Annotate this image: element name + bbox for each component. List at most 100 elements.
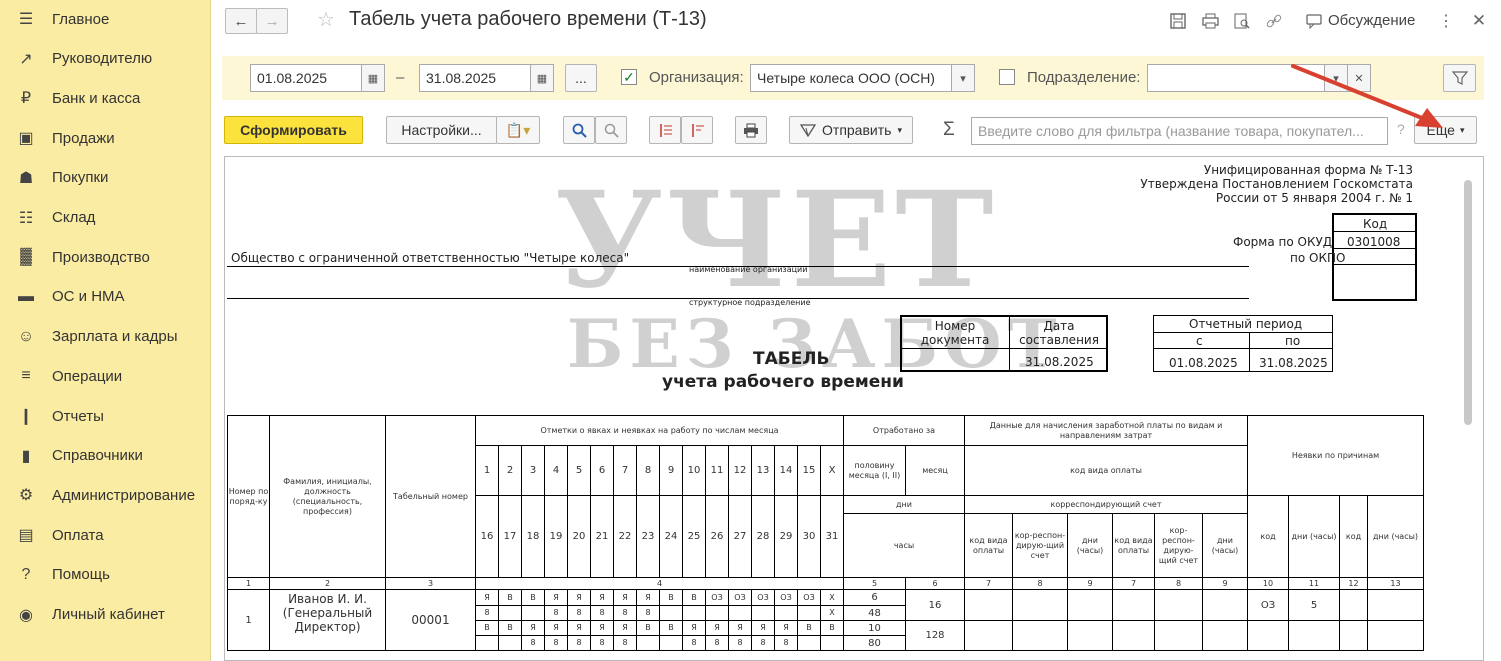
favorite-star-icon[interactable]: ☆ (317, 7, 335, 32)
sidebar-item-1[interactable]: ☰ Главное (0, 0, 211, 38)
day-header: 24 (659, 495, 683, 578)
header-pay-sub: кор-респон-дирую-щий счет (1012, 513, 1068, 578)
code-header: Код (1363, 217, 1388, 231)
vertical-scrollbar[interactable] (1464, 180, 1472, 425)
department-checkbox[interactable] (999, 69, 1015, 85)
header-num: Номер по поряд-ку (227, 415, 270, 578)
link-icon[interactable] (1263, 10, 1285, 32)
day-mark: Я (751, 620, 775, 636)
sidebar-item-4[interactable]: ▣ Продажи (0, 119, 211, 157)
day-mark: В (682, 589, 706, 606)
forward-button[interactable]: → (256, 8, 288, 34)
watermark-title: УЧЕТ (555, 163, 998, 318)
dept-caption: структурное подразделение (689, 298, 811, 307)
header-pay-sub: дни (часы) (1202, 513, 1248, 578)
okud-value: 0301008 (1347, 235, 1401, 249)
col-number: 9 (1202, 577, 1248, 590)
discussion-button[interactable]: Обсуждение (1328, 12, 1415, 29)
col-number: 2 (269, 577, 386, 590)
sidebar-item-7[interactable]: ▓ Производство (0, 238, 211, 276)
save-icon[interactable] (1167, 10, 1189, 32)
sidebar-item-label: Операции (52, 367, 123, 385)
table-row: 1 Иванов И. И. (Генеральный Директор) 00001… (227, 589, 1424, 651)
col-number: 4 (475, 577, 844, 590)
send-button[interactable]: Отправить ▾ (789, 116, 913, 144)
day-mark: Я (567, 589, 591, 606)
day-header: 13 (751, 445, 775, 496)
header-days-hours: дни (часы) (1367, 495, 1424, 578)
sidebar-item-9[interactable]: ☺ Зарплата и кадры (0, 318, 211, 356)
find-button[interactable] (563, 116, 595, 144)
day-hours: 8 (728, 635, 752, 651)
organization-dropdown-button[interactable]: ▾ (951, 64, 975, 92)
generate-button[interactable]: Сформировать (224, 116, 363, 144)
sidebar-item-8[interactable]: ▬ ОС и НМА (0, 278, 211, 316)
discussion-icon[interactable] (1303, 10, 1325, 32)
header-corr: корреспондирующий счет (964, 495, 1248, 514)
collapse-groups-button[interactable] (681, 116, 713, 144)
pay-cell (1339, 620, 1368, 651)
month-hours: 128 (905, 620, 965, 651)
pay-cell (1202, 620, 1248, 651)
sidebar-item-10[interactable]: ≡ Операции (0, 357, 211, 395)
date-from-input[interactable]: 01.08.2025 (250, 64, 362, 92)
day-mark: ОЗ (751, 589, 775, 606)
print-button[interactable] (735, 116, 767, 144)
back-button[interactable]: ← (225, 8, 257, 34)
organization-label: Организация: (649, 69, 744, 86)
sidebar-item-2[interactable]: ↗ Руководителю (0, 40, 211, 78)
date-to-input[interactable]: 31.08.2025 (419, 64, 531, 92)
organization-checkbox[interactable]: ✓ (621, 69, 637, 85)
period-divider (1153, 348, 1333, 349)
day-mark: Я (728, 620, 752, 636)
printer-icon (744, 123, 758, 137)
header-pay-sub: код вида оплаты (1112, 513, 1155, 578)
day-hours (659, 635, 683, 651)
sidebar-item-5[interactable]: ☗ Покупки (0, 159, 211, 197)
sum-sigma-icon[interactable]: Σ (943, 119, 955, 141)
period-select-button[interactable]: ... (565, 64, 597, 92)
header-month: месяц (905, 445, 965, 496)
sidebar-item-label: Зарплата и кадры (52, 328, 178, 346)
sidebar-item-6[interactable]: ☷ Склад (0, 199, 211, 237)
day-hours: 8 (613, 635, 637, 651)
preview-icon[interactable] (1231, 10, 1253, 32)
pay-cell (1012, 620, 1068, 651)
more-vert-icon[interactable]: ⋮ (1435, 10, 1457, 32)
day-header: 11 (705, 445, 729, 496)
sidebar-item-12[interactable]: ▮ Справочники (0, 437, 211, 475)
settings-button[interactable]: Настройки... (386, 116, 497, 144)
day-mark: Я (682, 620, 706, 636)
day-hours (682, 605, 706, 621)
sidebar-item-16[interactable]: ◉ Личный кабинет (0, 596, 211, 634)
bar-chart-icon: ❙ (19, 408, 33, 425)
col-number: 6 (905, 577, 965, 590)
wallet-icon: ▤ (18, 527, 34, 545)
sidebar-item-label: Производство (52, 248, 150, 266)
period-to-value: 31.08.2025 (1259, 356, 1328, 370)
close-icon[interactable]: ✕ (1468, 10, 1490, 32)
sidebar-item-15[interactable]: ? Помощь (0, 556, 211, 594)
header: ← → ☆ Табель учета рабочего времени (Т-1… (211, 0, 1501, 44)
half2-days: 10 (843, 620, 906, 636)
pay-cell (1288, 620, 1340, 651)
col-number: 13 (1367, 577, 1424, 590)
sidebar-item-13[interactable]: ⚙ Администрирование (0, 476, 211, 514)
find-next-button[interactable] (595, 116, 627, 144)
okpo-label: по ОКПО (1290, 251, 1346, 265)
organization-select[interactable]: Четыре колеса ООО (ОСН) (750, 64, 952, 92)
col-number: 7 (1112, 577, 1155, 590)
day-mark: Я (475, 589, 499, 606)
print-icon[interactable] (1199, 10, 1221, 32)
sidebar-item-3[interactable]: ₽ Банк и касса (0, 79, 211, 117)
sidebar-item-11[interactable]: ❙ Отчеты (0, 397, 211, 435)
expand-groups-button[interactable] (649, 116, 681, 144)
day-mark: Я (636, 589, 660, 606)
calendar-to-button[interactable]: ▦ (530, 64, 554, 92)
variants-button[interactable]: 📋▾ (496, 116, 540, 144)
period-divider (1153, 332, 1333, 333)
sidebar-item-14[interactable]: ▤ Оплата (0, 516, 211, 554)
calendar-from-button[interactable]: ▦ (361, 64, 385, 92)
doc-info-divider (1009, 315, 1010, 372)
arrow-left-icon: ← (233, 12, 249, 30)
